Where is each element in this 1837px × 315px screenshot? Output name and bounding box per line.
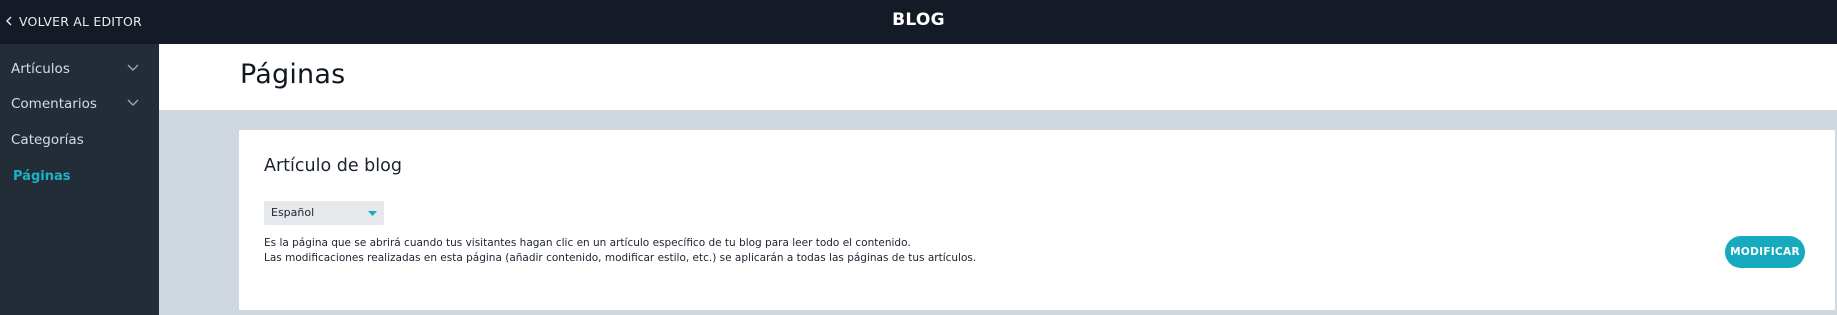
blog-article-card: Artículo de blog Español Es la página qu…: [239, 130, 1835, 310]
caret-down-icon: [368, 211, 377, 216]
chevron-down-icon: [127, 64, 139, 71]
chevron-down-icon: [127, 99, 139, 106]
sidebar-item-articulos[interactable]: Artículos: [0, 51, 159, 87]
page-title: Páginas: [240, 59, 346, 90]
app-title: BLOG: [892, 10, 945, 30]
description-line: Es la página que se abrirá cuando tus vi…: [264, 237, 911, 249]
page-header: Páginas: [159, 44, 1837, 110]
sidebar-item-label: Comentarios: [11, 96, 97, 112]
top-bar: VOLVER AL EDITOR BLOG: [0, 0, 1837, 44]
sidebar-item-label: Artículos: [11, 61, 70, 77]
description-line: Las modificaciones realizadas en esta pá…: [264, 252, 977, 264]
sidebar-item-paginas[interactable]: Páginas: [0, 158, 159, 194]
language-select[interactable]: Español: [264, 201, 384, 225]
sidebar: Artículos Comentarios Categorías Páginas: [0, 44, 159, 315]
sidebar-item-label: Páginas: [13, 168, 71, 184]
language-select-value: Español: [271, 206, 315, 219]
modify-button[interactable]: MODIFICAR: [1725, 236, 1805, 268]
sidebar-item-categorias[interactable]: Categorías: [0, 122, 159, 158]
card-description: Es la página que se abrirá cuando tus vi…: [264, 236, 976, 266]
sidebar-item-label: Categorías: [11, 132, 84, 148]
card-title: Artículo de blog: [264, 156, 402, 176]
sidebar-item-comentarios[interactable]: Comentarios: [0, 86, 159, 122]
